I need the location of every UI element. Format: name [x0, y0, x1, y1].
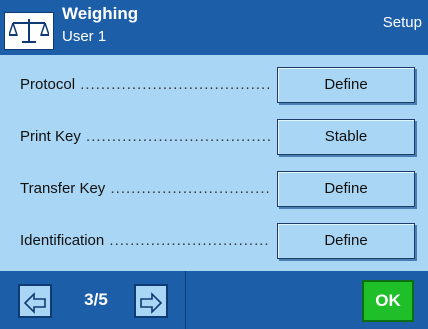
- settings-list: Protocol Define Print Key Stable Transfe…: [0, 55, 428, 271]
- identification-define-button[interactable]: Define: [277, 223, 415, 259]
- print-key-button[interactable]: Stable: [277, 119, 415, 155]
- user-label: User 1: [62, 28, 107, 45]
- header-bar: Weighing User 1 Setup: [0, 0, 428, 55]
- setting-label: Transfer Key: [20, 180, 270, 197]
- next-page-button[interactable]: [134, 284, 168, 318]
- footer-bar: 3/5 OK: [0, 271, 428, 329]
- previous-page-button[interactable]: [18, 284, 52, 318]
- setup-button[interactable]: Setup: [383, 14, 422, 31]
- setting-row-identification: Identification Define: [0, 221, 428, 261]
- setting-row-print-key: Print Key Stable: [0, 117, 428, 157]
- app-title: Weighing: [62, 4, 139, 23]
- setting-label: Protocol: [20, 76, 270, 93]
- ok-button[interactable]: OK: [362, 280, 414, 322]
- setting-label: Identification: [20, 232, 270, 249]
- setting-row-transfer-key: Transfer Key Define: [0, 169, 428, 209]
- settings-screen: Weighing User 1 Setup Protocol Define Pr…: [0, 0, 428, 329]
- setting-row-protocol: Protocol Define: [0, 65, 428, 105]
- arrow-left-icon: [23, 291, 46, 314]
- arrow-right-icon: [140, 291, 163, 314]
- balance-scale-icon: [4, 12, 54, 50]
- footer-divider: [185, 271, 186, 329]
- setting-label: Print Key: [20, 128, 270, 145]
- transfer-key-define-button[interactable]: Define: [277, 171, 415, 207]
- protocol-define-button[interactable]: Define: [277, 67, 415, 103]
- page-indicator: 3/5: [84, 290, 108, 309]
